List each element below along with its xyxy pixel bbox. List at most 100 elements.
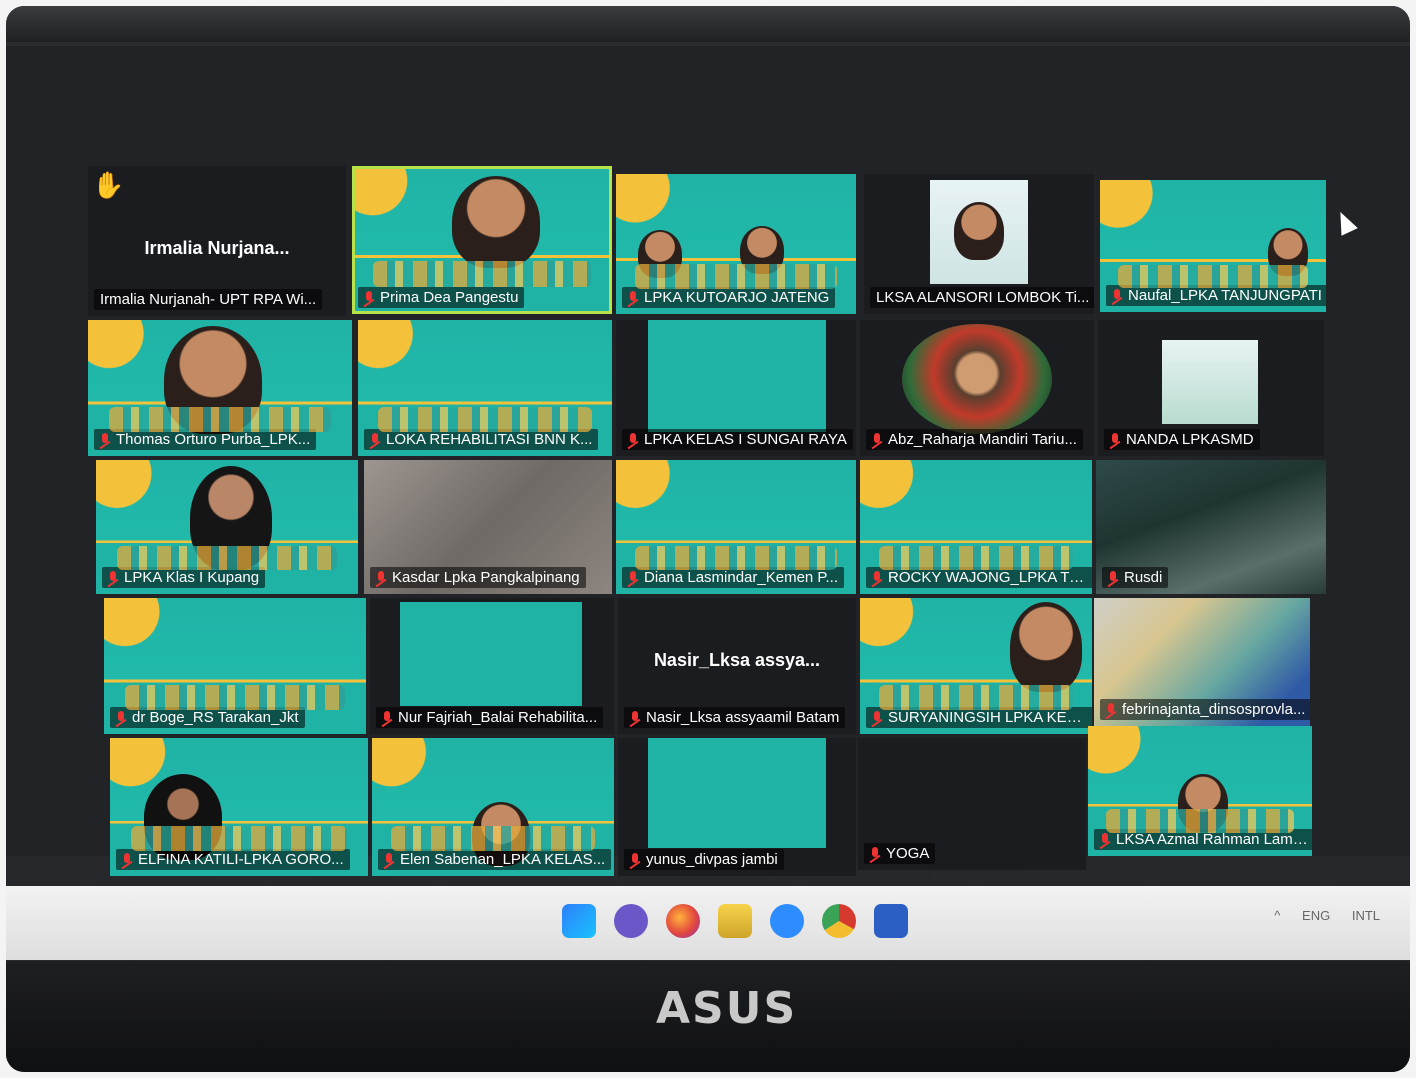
participant-video-inset xyxy=(902,324,1052,434)
tray-language-eng[interactable]: ENG xyxy=(1302,908,1330,923)
participant-name-label: dr Boge_RS Tarakan_Jkt xyxy=(110,707,305,728)
participant-name-label: yunus_divpas jambi xyxy=(624,849,784,870)
participant-name-label: Nur Fajriah_Balai Rehabilita... xyxy=(376,707,604,728)
monitor-bottom-bezel: ASUS xyxy=(6,961,1410,1072)
tray-language-intl[interactable]: INTL xyxy=(1352,908,1380,923)
participant-tile-suryaningsih[interactable]: SURYANINGSIH LPKA KELA... xyxy=(860,598,1092,734)
participant-tile-kupang[interactable]: LPKA Klas I Kupang xyxy=(96,460,358,594)
participant-face xyxy=(164,326,262,434)
mic-muted-icon xyxy=(628,291,638,305)
chrome-icon[interactable] xyxy=(822,904,856,938)
file-explorer-icon[interactable] xyxy=(718,904,752,938)
video-gallery: ✋ Irmalia Nurjana... Irmalia Nurjanah- U… xyxy=(6,46,1410,876)
participant-tile-irmalia[interactable]: ✋ Irmalia Nurjana... Irmalia Nurjanah- U… xyxy=(88,166,346,316)
participant-tile-nasir[interactable]: Nasir_Lksa assya... Nasir_Lksa assyaamil… xyxy=(618,598,856,734)
participant-name-label: Rusdi xyxy=(1102,567,1169,588)
participant-face xyxy=(1268,228,1308,276)
participant-name-label: Prima Dea Pangestu xyxy=(358,287,525,308)
participant-tile-diana[interactable]: Diana Lasmindar_Kemen P... xyxy=(616,460,856,594)
system-tray: ^ ENG INTL xyxy=(1256,908,1380,923)
mic-muted-icon xyxy=(382,711,392,725)
participant-tile-kutoarjo[interactable]: LPKA KUTOARJO JATENG xyxy=(616,174,856,314)
participant-name-label: LKSA ALANSORI LOMBOK Ti... xyxy=(870,287,1094,308)
monitor-top-bezel xyxy=(6,6,1410,42)
mic-muted-icon xyxy=(108,571,118,585)
mic-muted-icon xyxy=(870,847,880,861)
participant-name-label: LOKA REHABILITASI BNN K... xyxy=(364,429,599,450)
participant-name-label: SURYANINGSIH LPKA KELA... xyxy=(866,707,1092,728)
mic-muted-icon xyxy=(370,433,380,447)
participant-name-label: LPKA Klas I Kupang xyxy=(102,567,266,588)
participant-name-label: ELFINA KATILI-LPKA GORO... xyxy=(116,849,350,870)
participant-face xyxy=(144,774,222,860)
participant-tile-yunus[interactable]: yunus_divpas jambi xyxy=(618,738,856,876)
mic-muted-icon xyxy=(1110,433,1120,447)
participant-name-label: Naufal_LPKA TANJUNGPATI xyxy=(1106,285,1326,306)
mic-muted-icon xyxy=(628,571,638,585)
participant-tile-febrinajanta[interactable]: febrinajanta_dinsosprovla... xyxy=(1094,598,1310,726)
participant-name-label: LKSA Azmal Rahman Lamp... xyxy=(1094,829,1312,850)
windows-taskbar: ^ ENG INTL xyxy=(6,886,1410,960)
participant-name-label: Abz_Raharja Mandiri Tariu... xyxy=(866,429,1083,450)
participant-tile-rusdi[interactable]: Rusdi xyxy=(1096,460,1326,594)
participant-video-inset xyxy=(648,320,826,432)
mic-muted-icon xyxy=(872,433,882,447)
participant-tile-nanda[interactable]: NANDA LPKASMD xyxy=(1098,320,1324,456)
participant-tile-yoga[interactable]: YOGA xyxy=(858,738,1086,870)
participant-face xyxy=(740,226,784,274)
start-menu-icon[interactable] xyxy=(562,904,596,938)
participant-face xyxy=(1010,602,1082,692)
participant-name-label: LPKA KELAS I SUNGAI RAYA xyxy=(622,429,853,450)
mic-muted-icon xyxy=(384,853,394,867)
photo-frame: ✋ Irmalia Nurjana... Irmalia Nurjanah- U… xyxy=(6,6,1410,1072)
participant-tile-sungai-raya[interactable]: LPKA KELAS I SUNGAI RAYA xyxy=(616,320,856,456)
word-icon[interactable] xyxy=(874,904,908,938)
participant-center-name: Irmalia Nurjana... xyxy=(144,238,290,258)
participant-tile-abz[interactable]: Abz_Raharja Mandiri Tariu... xyxy=(860,320,1094,456)
zoom-app-icon[interactable] xyxy=(770,904,804,938)
participant-tile-thomas[interactable]: Thomas Orturo Purba_LPK... xyxy=(88,320,352,456)
monitor-brand-logo: ASUS xyxy=(656,983,798,1034)
mic-muted-icon xyxy=(1112,289,1122,303)
mic-muted-icon xyxy=(1106,703,1116,717)
participant-tile-elfina[interactable]: ELFINA KATILI-LPKA GORO... xyxy=(110,738,368,876)
participant-face xyxy=(638,230,682,278)
participant-tile-azmal[interactable]: LKSA Azmal Rahman Lamp... xyxy=(1088,726,1312,856)
participant-face xyxy=(190,466,272,570)
participant-name-label: YOGA xyxy=(864,843,936,864)
participant-tile-rocky[interactable]: ROCKY WAJONG_LPKA TO... xyxy=(860,460,1092,594)
participant-name-label: Elen Sabenan_LPKA KELAS... xyxy=(378,849,612,870)
participant-name-label: febrinajanta_dinsosprovla... xyxy=(1100,699,1310,720)
participant-face xyxy=(452,176,540,268)
tray-chevron-icon[interactable]: ^ xyxy=(1274,908,1280,923)
participant-center-name: Nasir_Lksa assya... xyxy=(653,649,821,670)
participant-tile-naufal[interactable]: Naufal_LPKA TANJUNGPATI xyxy=(1100,180,1326,312)
participant-name-label: Nasir_Lksa assyaamil Batam xyxy=(624,707,846,728)
chat-icon[interactable] xyxy=(614,904,648,938)
participant-video-inset xyxy=(930,180,1028,284)
mic-muted-icon xyxy=(630,853,640,867)
participant-tile-boge[interactable]: dr Boge_RS Tarakan_Jkt xyxy=(104,598,366,734)
firefox-icon[interactable] xyxy=(666,904,700,938)
mic-muted-icon xyxy=(100,433,110,447)
participant-name-label: Thomas Orturo Purba_LPK... xyxy=(94,429,317,450)
participant-name-label: Kasdar Lpka Pangkalpinang xyxy=(370,567,586,588)
participant-name-label: ROCKY WAJONG_LPKA TO... xyxy=(866,567,1092,588)
mic-muted-icon xyxy=(872,571,882,585)
participant-name-label: Irmalia Nurjanah- UPT RPA Wi... xyxy=(94,289,323,310)
mic-muted-icon xyxy=(116,711,126,725)
mic-muted-icon xyxy=(630,711,640,725)
participant-face xyxy=(954,202,1004,260)
participant-tile-loka[interactable]: LOKA REHABILITASI BNN K... xyxy=(358,320,612,456)
mic-muted-icon xyxy=(364,291,374,305)
participant-face xyxy=(1178,774,1228,832)
participant-tile-kasdar[interactable]: Kasdar Lpka Pangkalpinang xyxy=(364,460,612,594)
participant-tile-alansori[interactable]: LKSA ALANSORI LOMBOK Ti... xyxy=(864,174,1094,314)
participant-video-inset xyxy=(400,602,582,706)
mic-muted-icon xyxy=(872,711,882,725)
participant-tile-nur-fajriah[interactable]: Nur Fajriah_Balai Rehabilita... xyxy=(370,598,614,734)
participant-tile-elen[interactable]: Elen Sabenan_LPKA KELAS... xyxy=(372,738,614,876)
participant-name-label: NANDA LPKASMD xyxy=(1104,429,1260,450)
mic-muted-icon xyxy=(376,571,386,585)
participant-tile-prima[interactable]: Prima Dea Pangestu xyxy=(352,166,612,314)
